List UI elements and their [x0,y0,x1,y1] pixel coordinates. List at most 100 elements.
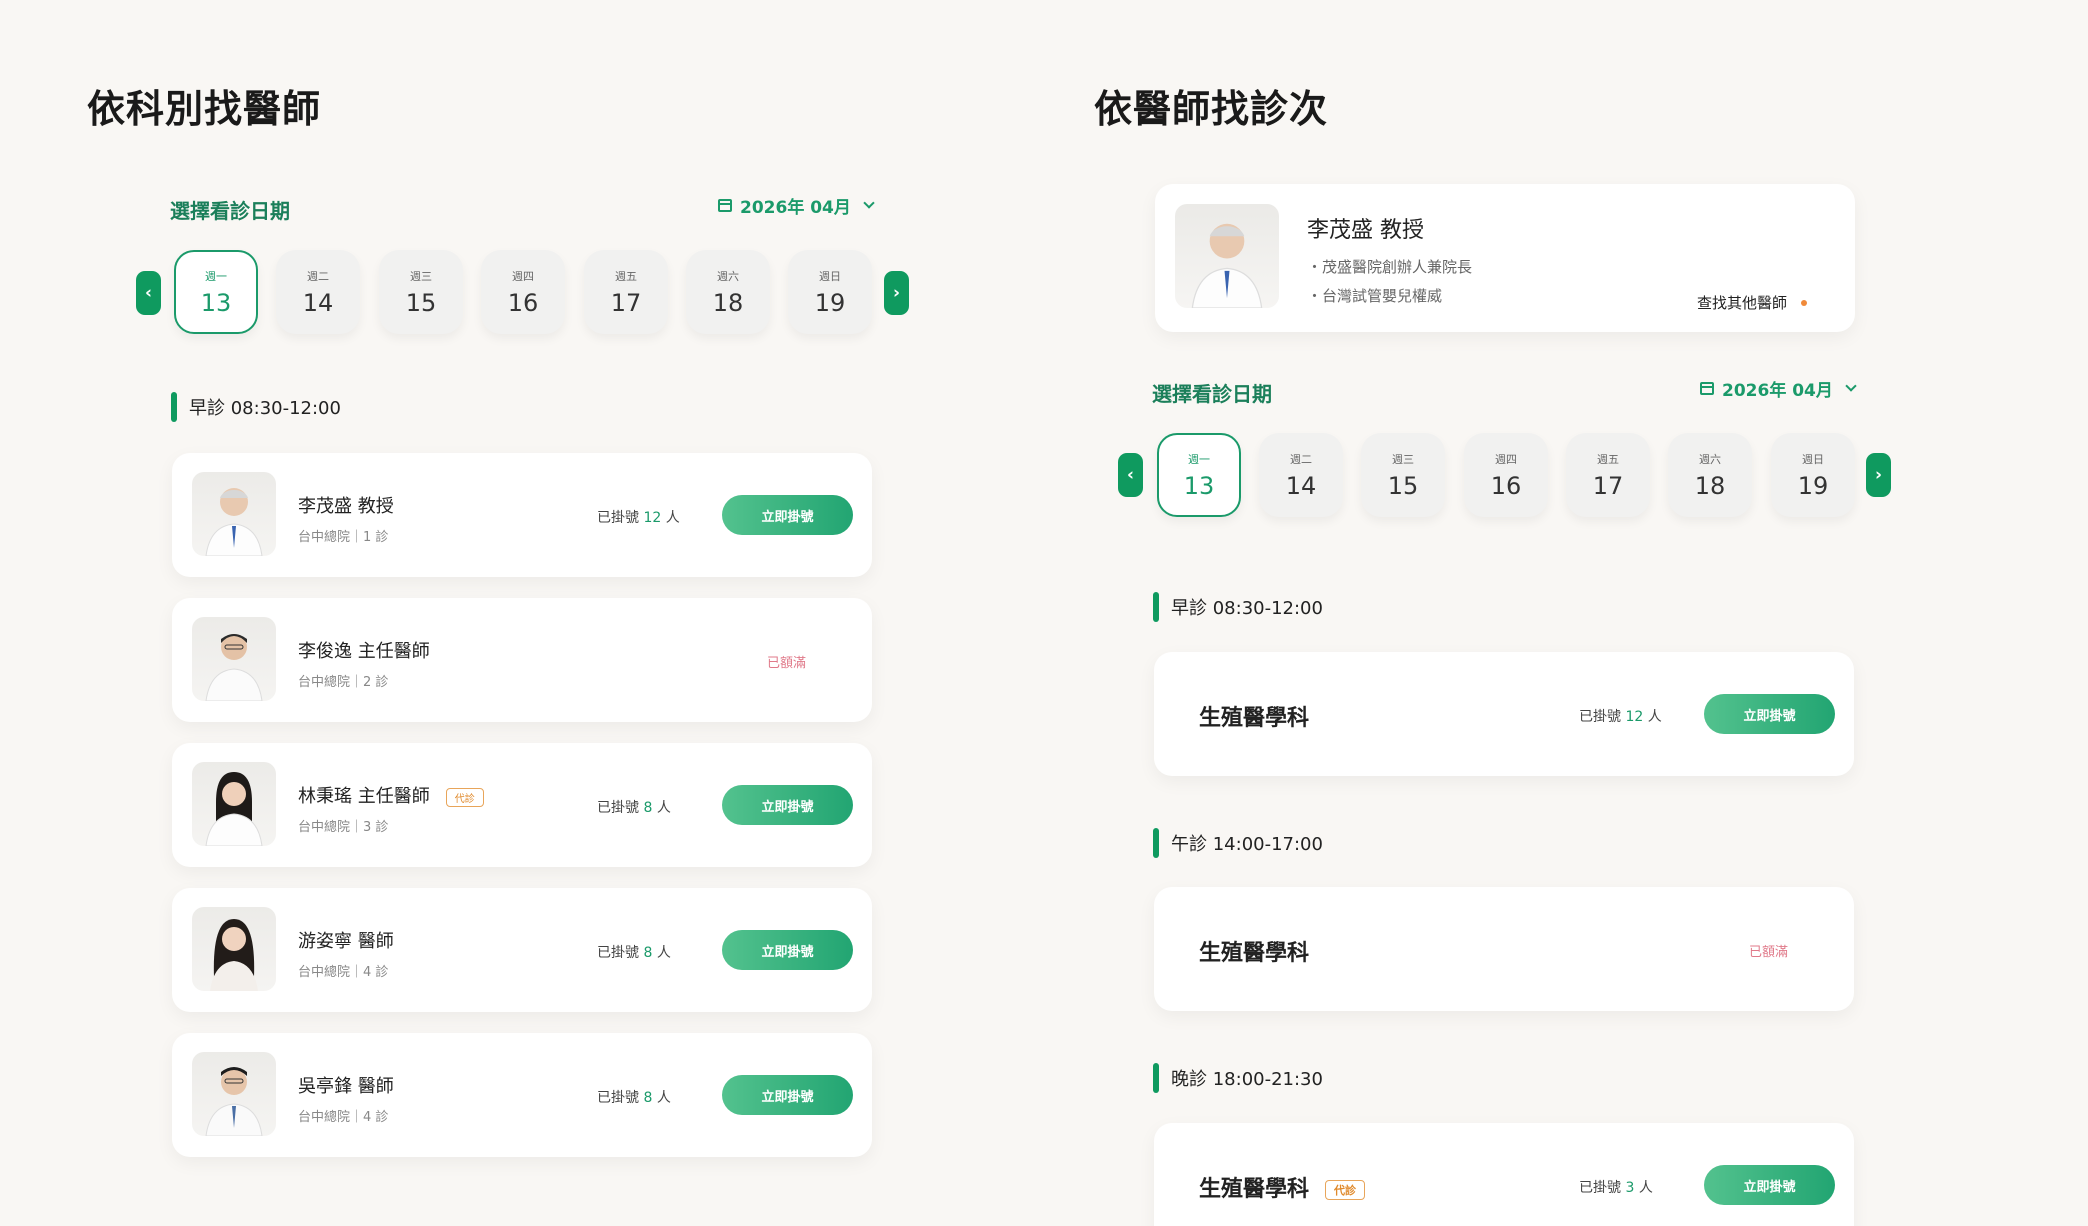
left-date-label: 選擇看診日期 [170,199,290,223]
weekday-label: 週三 [1392,452,1414,466]
book-now-button[interactable]: 立即掛號 [1704,1165,1835,1205]
clinic-session-card[interactable]: 生殖醫學科 已掛號 12 人 立即掛號 [1154,652,1854,776]
clinic-session-card[interactable]: 生殖醫學科 已額滿 [1154,887,1854,1011]
day-number: 16 [507,288,539,317]
department-name: 生殖醫學科 [1199,706,1310,731]
left-day-wed[interactable]: 週三 15 [379,250,463,334]
left-day-sun[interactable]: 週日 19 [788,250,872,334]
clinic-session-card[interactable]: 生殖醫學科 代診 已掛號 3 人 立即掛號 [1154,1123,1854,1226]
right-day-sun[interactable]: 週日 19 [1771,433,1855,517]
reg-suffix: 人 [656,1090,671,1106]
department-name-text: 生殖醫學科 [1199,1177,1310,1202]
right-day-wed[interactable]: 週三 15 [1361,433,1445,517]
doctor-location: 台中總院｜4 診 [298,1110,389,1125]
right-day-mon[interactable]: 週一 13 [1157,433,1241,517]
calendar-icon [1700,382,1714,395]
day-number: 15 [405,288,437,317]
registration-count: 已掛號 12 人 [1579,706,1662,726]
doctor-card[interactable]: 李茂盛 教授 台中總院｜1 診 已掛號 12 人 立即掛號 [172,453,872,577]
day-number: 17 [610,288,642,317]
doctor-location: 台中總院｜3 診 [298,820,389,835]
doctor-name-text: 林秉瑤 主任醫師 [298,786,430,807]
doctor-name: 林秉瑤 主任醫師 代診 [298,782,484,808]
right-month-select[interactable]: 2026年 04月 [1700,376,1857,401]
book-now-button[interactable]: 立即掛號 [722,1075,853,1115]
registration-count: 已掛號 3 人 [1579,1177,1653,1197]
day-number: 16 [1490,471,1522,500]
doctor-avatar [192,472,276,556]
reg-number: 12 [643,510,662,526]
book-now-button[interactable]: 立即掛號 [722,785,853,825]
profile-avatar [1175,204,1279,308]
left-day-sat[interactable]: 週六 18 [686,250,770,334]
reg-number: 8 [643,800,653,816]
doctor-card[interactable]: 游姿寧 醫師 台中總院｜4 診 已掛號 8 人 立即掛號 [172,888,872,1012]
right-day-tue[interactable]: 週二 14 [1259,433,1343,517]
weekday-label: 週五 [1597,452,1619,466]
reg-prefix: 已掛號 [1579,709,1621,725]
left-day-fri[interactable]: 週五 17 [584,250,668,334]
chevron-right-icon: › [892,283,900,303]
weekday-label: 週二 [307,269,329,283]
profile-title-line: ・茂盛醫院創辦人兼院長 [1307,258,1473,276]
right-prev-week-button[interactable]: ‹ [1118,453,1143,497]
left-day-thu[interactable]: 週四 16 [481,250,565,334]
reg-suffix: 人 [1638,1180,1653,1196]
left-day-mon[interactable]: 週一 13 [174,250,258,334]
day-number: 19 [1797,471,1829,500]
weekday-label: 週日 [819,269,841,283]
doctor-name: 李俊逸 主任醫師 [298,641,430,662]
left-month-value: 2026年 04月 [740,198,851,218]
day-number: 14 [1285,471,1317,500]
session-marker [1153,592,1159,622]
session-label: 早診 08:30-12:00 [189,398,341,419]
department-name: 生殖醫學科 代診 [1199,1171,1366,1203]
doctor-card[interactable]: 林秉瑤 主任醫師 代診 台中總院｜3 診 已掛號 8 人 立即掛號 [172,743,872,867]
day-number: 13 [200,288,232,317]
book-now-button[interactable]: 立即掛號 [1704,694,1835,734]
right-session-evening: 晚診 18:00-21:30 [1153,1063,1323,1093]
weekday-label: 週六 [717,269,739,283]
weekday-label: 週一 [205,269,227,283]
right-month-value: 2026年 04月 [1722,381,1833,401]
weekday-label: 週三 [410,269,432,283]
reg-number: 12 [1625,709,1644,725]
right-day-thu[interactable]: 週四 16 [1464,433,1548,517]
find-other-doctors-link[interactable]: 查找其他醫師 [1697,292,1808,313]
weekday-label: 週一 [1188,452,1210,466]
session-marker [171,392,177,422]
day-number: 18 [1694,471,1726,500]
doctor-name: 李茂盛 教授 [298,496,394,517]
day-number: 17 [1592,471,1624,500]
reg-number: 8 [643,1090,653,1106]
right-day-fri[interactable]: 週五 17 [1566,433,1650,517]
weekday-label: 週日 [1802,452,1824,466]
chevron-left-icon: ‹ [1126,465,1134,485]
doctor-card[interactable]: 吳亭鋒 醫師 台中總院｜4 診 已掛號 8 人 立即掛號 [172,1033,872,1157]
right-next-week-button[interactable]: › [1866,453,1891,497]
substitute-tag: 代診 [1325,1180,1366,1200]
doctor-avatar [192,1052,276,1136]
weekday-label: 週二 [1290,452,1312,466]
book-now-button[interactable]: 立即掛號 [722,930,853,970]
doctor-card[interactable]: 李俊逸 主任醫師 台中總院｜2 診 已額滿 [172,598,872,722]
registration-count: 已掛號 8 人 [597,797,671,817]
left-day-tue[interactable]: 週二 14 [276,250,360,334]
registration-count: 已掛號 12 人 [597,507,680,527]
right-session-morning: 早診 08:30-12:00 [1153,592,1323,622]
book-now-button[interactable]: 立即掛號 [722,495,853,535]
left-page-title: 依科別找醫師 [87,87,322,131]
calendar-icon [718,199,732,212]
left-next-week-button[interactable]: › [884,271,909,315]
session-label: 晚診 18:00-21:30 [1171,1069,1323,1090]
department-name: 生殖醫學科 [1199,941,1310,966]
left-prev-week-button[interactable]: ‹ [136,271,161,315]
left-session-morning: 早診 08:30-12:00 [171,392,341,422]
reg-suffix: 人 [656,945,671,961]
chevron-left-icon: ‹ [144,283,152,303]
right-day-sat[interactable]: 週六 18 [1668,433,1752,517]
doctor-avatar [192,617,276,701]
reg-number: 3 [1625,1180,1635,1196]
reg-suffix: 人 [1647,709,1662,725]
left-month-select[interactable]: 2026年 04月 [718,193,875,218]
